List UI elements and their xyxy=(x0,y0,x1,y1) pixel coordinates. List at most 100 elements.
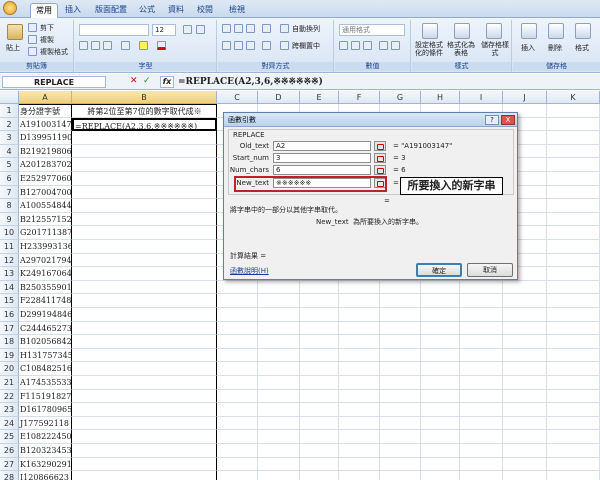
empty-cell[interactable] xyxy=(217,471,258,480)
cell-id[interactable]: D161780965 xyxy=(19,403,72,417)
empty-cell[interactable] xyxy=(339,457,380,472)
empty-cell[interactable] xyxy=(547,416,600,431)
empty-cell[interactable] xyxy=(421,403,460,417)
empty-cell[interactable] xyxy=(380,280,421,295)
row-header[interactable]: 12 xyxy=(0,253,19,268)
row-header[interactable]: 21 xyxy=(0,376,19,390)
office-button[interactable] xyxy=(3,1,17,15)
paste-icon[interactable] xyxy=(7,24,23,40)
empty-cell[interactable] xyxy=(547,253,600,268)
cell-id[interactable]: J177592118 xyxy=(19,416,72,431)
empty-cell[interactable] xyxy=(503,389,547,404)
empty-cell[interactable] xyxy=(460,444,503,458)
row-header[interactable]: 10 xyxy=(0,226,19,240)
empty-cell[interactable] xyxy=(503,280,547,295)
tab-review[interactable]: 校閱 xyxy=(192,3,218,18)
empty-cell[interactable] xyxy=(258,335,300,349)
empty-cell[interactable] xyxy=(547,430,600,444)
format-painter-button[interactable]: 複製格式 xyxy=(40,47,68,57)
cell-id[interactable]: C108482516 xyxy=(19,362,72,376)
row-header[interactable]: 23 xyxy=(0,403,19,417)
empty-cell[interactable] xyxy=(460,376,503,390)
empty-cell[interactable] xyxy=(300,348,339,363)
empty-cell[interactable] xyxy=(258,280,300,295)
row-header[interactable]: 22 xyxy=(0,389,19,404)
cell-id[interactable]: B212557152 xyxy=(19,212,72,227)
empty-cell[interactable] xyxy=(217,294,258,308)
underline-icon[interactable] xyxy=(103,41,112,50)
font-name-select[interactable] xyxy=(79,24,149,36)
empty-cell[interactable] xyxy=(547,199,600,213)
cell-id[interactable]: D139951190 xyxy=(19,131,72,145)
row-header[interactable]: 13 xyxy=(0,267,19,281)
comma-icon[interactable] xyxy=(363,41,372,50)
empty-cell[interactable] xyxy=(217,376,258,390)
empty-cell[interactable] xyxy=(300,335,339,349)
cell-masked[interactable] xyxy=(72,185,217,200)
align-right-icon[interactable] xyxy=(246,41,255,50)
border-icon[interactable] xyxy=(121,41,130,50)
row-header[interactable]: 25 xyxy=(0,430,19,444)
empty-cell[interactable] xyxy=(503,376,547,390)
empty-cell[interactable] xyxy=(217,348,258,363)
empty-cell[interactable] xyxy=(380,308,421,322)
row-header[interactable]: 6 xyxy=(0,172,19,186)
empty-cell[interactable] xyxy=(421,430,460,444)
empty-cell[interactable] xyxy=(258,321,300,336)
arg-input-start-num[interactable]: 3 xyxy=(273,153,371,163)
row-header[interactable]: 1 xyxy=(0,104,19,118)
increase-decimal-icon[interactable] xyxy=(379,41,388,50)
font-color-icon[interactable] xyxy=(157,41,166,50)
empty-cell[interactable] xyxy=(503,294,547,308)
empty-cell[interactable] xyxy=(258,471,300,480)
column-header-d[interactable]: D xyxy=(258,91,300,104)
percent-icon[interactable] xyxy=(351,41,360,50)
empty-cell[interactable] xyxy=(300,471,339,480)
cell-id[interactable]: H233993136 xyxy=(19,240,72,254)
column-header-k[interactable]: K xyxy=(547,91,600,104)
tab-formulas[interactable]: 公式 xyxy=(134,3,160,18)
empty-cell[interactable] xyxy=(258,430,300,444)
paste-button[interactable]: 貼上 xyxy=(6,43,20,53)
align-middle-icon[interactable] xyxy=(234,24,243,33)
cell-id[interactable]: A100554844 xyxy=(19,199,72,213)
row-header[interactable]: 18 xyxy=(0,335,19,349)
empty-cell[interactable] xyxy=(380,348,421,363)
column-header-c[interactable]: C xyxy=(217,91,258,104)
empty-cell[interactable] xyxy=(300,376,339,390)
empty-cell[interactable] xyxy=(300,308,339,322)
empty-cell[interactable] xyxy=(547,335,600,349)
fill-color-icon[interactable] xyxy=(139,41,148,50)
empty-cell[interactable] xyxy=(258,308,300,322)
empty-cell[interactable] xyxy=(339,362,380,376)
align-top-icon[interactable] xyxy=(222,24,231,33)
cell-masked[interactable] xyxy=(72,376,217,390)
cell-id[interactable]: B127004700 xyxy=(19,185,72,200)
empty-cell[interactable] xyxy=(258,457,300,472)
tab-insert[interactable]: 插入 xyxy=(60,3,86,18)
cell-masked[interactable] xyxy=(72,280,217,295)
empty-cell[interactable] xyxy=(503,471,547,480)
cell-id[interactable]: K249167064 xyxy=(19,267,72,281)
format-as-table-button[interactable]: 格式化為表格 xyxy=(446,41,476,57)
empty-cell[interactable] xyxy=(547,280,600,295)
empty-cell[interactable] xyxy=(300,430,339,444)
cell-masked[interactable] xyxy=(72,362,217,376)
select-all-corner[interactable] xyxy=(0,91,19,104)
empty-cell[interactable] xyxy=(300,321,339,336)
dialog-help-button[interactable]: ? xyxy=(485,115,499,125)
currency-icon[interactable] xyxy=(339,41,348,50)
row-header[interactable]: 2 xyxy=(0,117,19,132)
cell-masked[interactable] xyxy=(72,457,217,472)
number-format-select[interactable]: 通用格式 xyxy=(339,24,405,36)
row-header[interactable]: 4 xyxy=(0,144,19,159)
empty-cell[interactable] xyxy=(258,362,300,376)
row-header[interactable]: 8 xyxy=(0,199,19,213)
empty-cell[interactable] xyxy=(380,444,421,458)
align-center-icon[interactable] xyxy=(234,41,243,50)
copy-button[interactable]: 複製 xyxy=(40,35,54,45)
empty-cell[interactable] xyxy=(258,294,300,308)
empty-cell[interactable] xyxy=(300,362,339,376)
name-box[interactable]: REPLACE xyxy=(2,76,106,88)
empty-cell[interactable] xyxy=(300,294,339,308)
